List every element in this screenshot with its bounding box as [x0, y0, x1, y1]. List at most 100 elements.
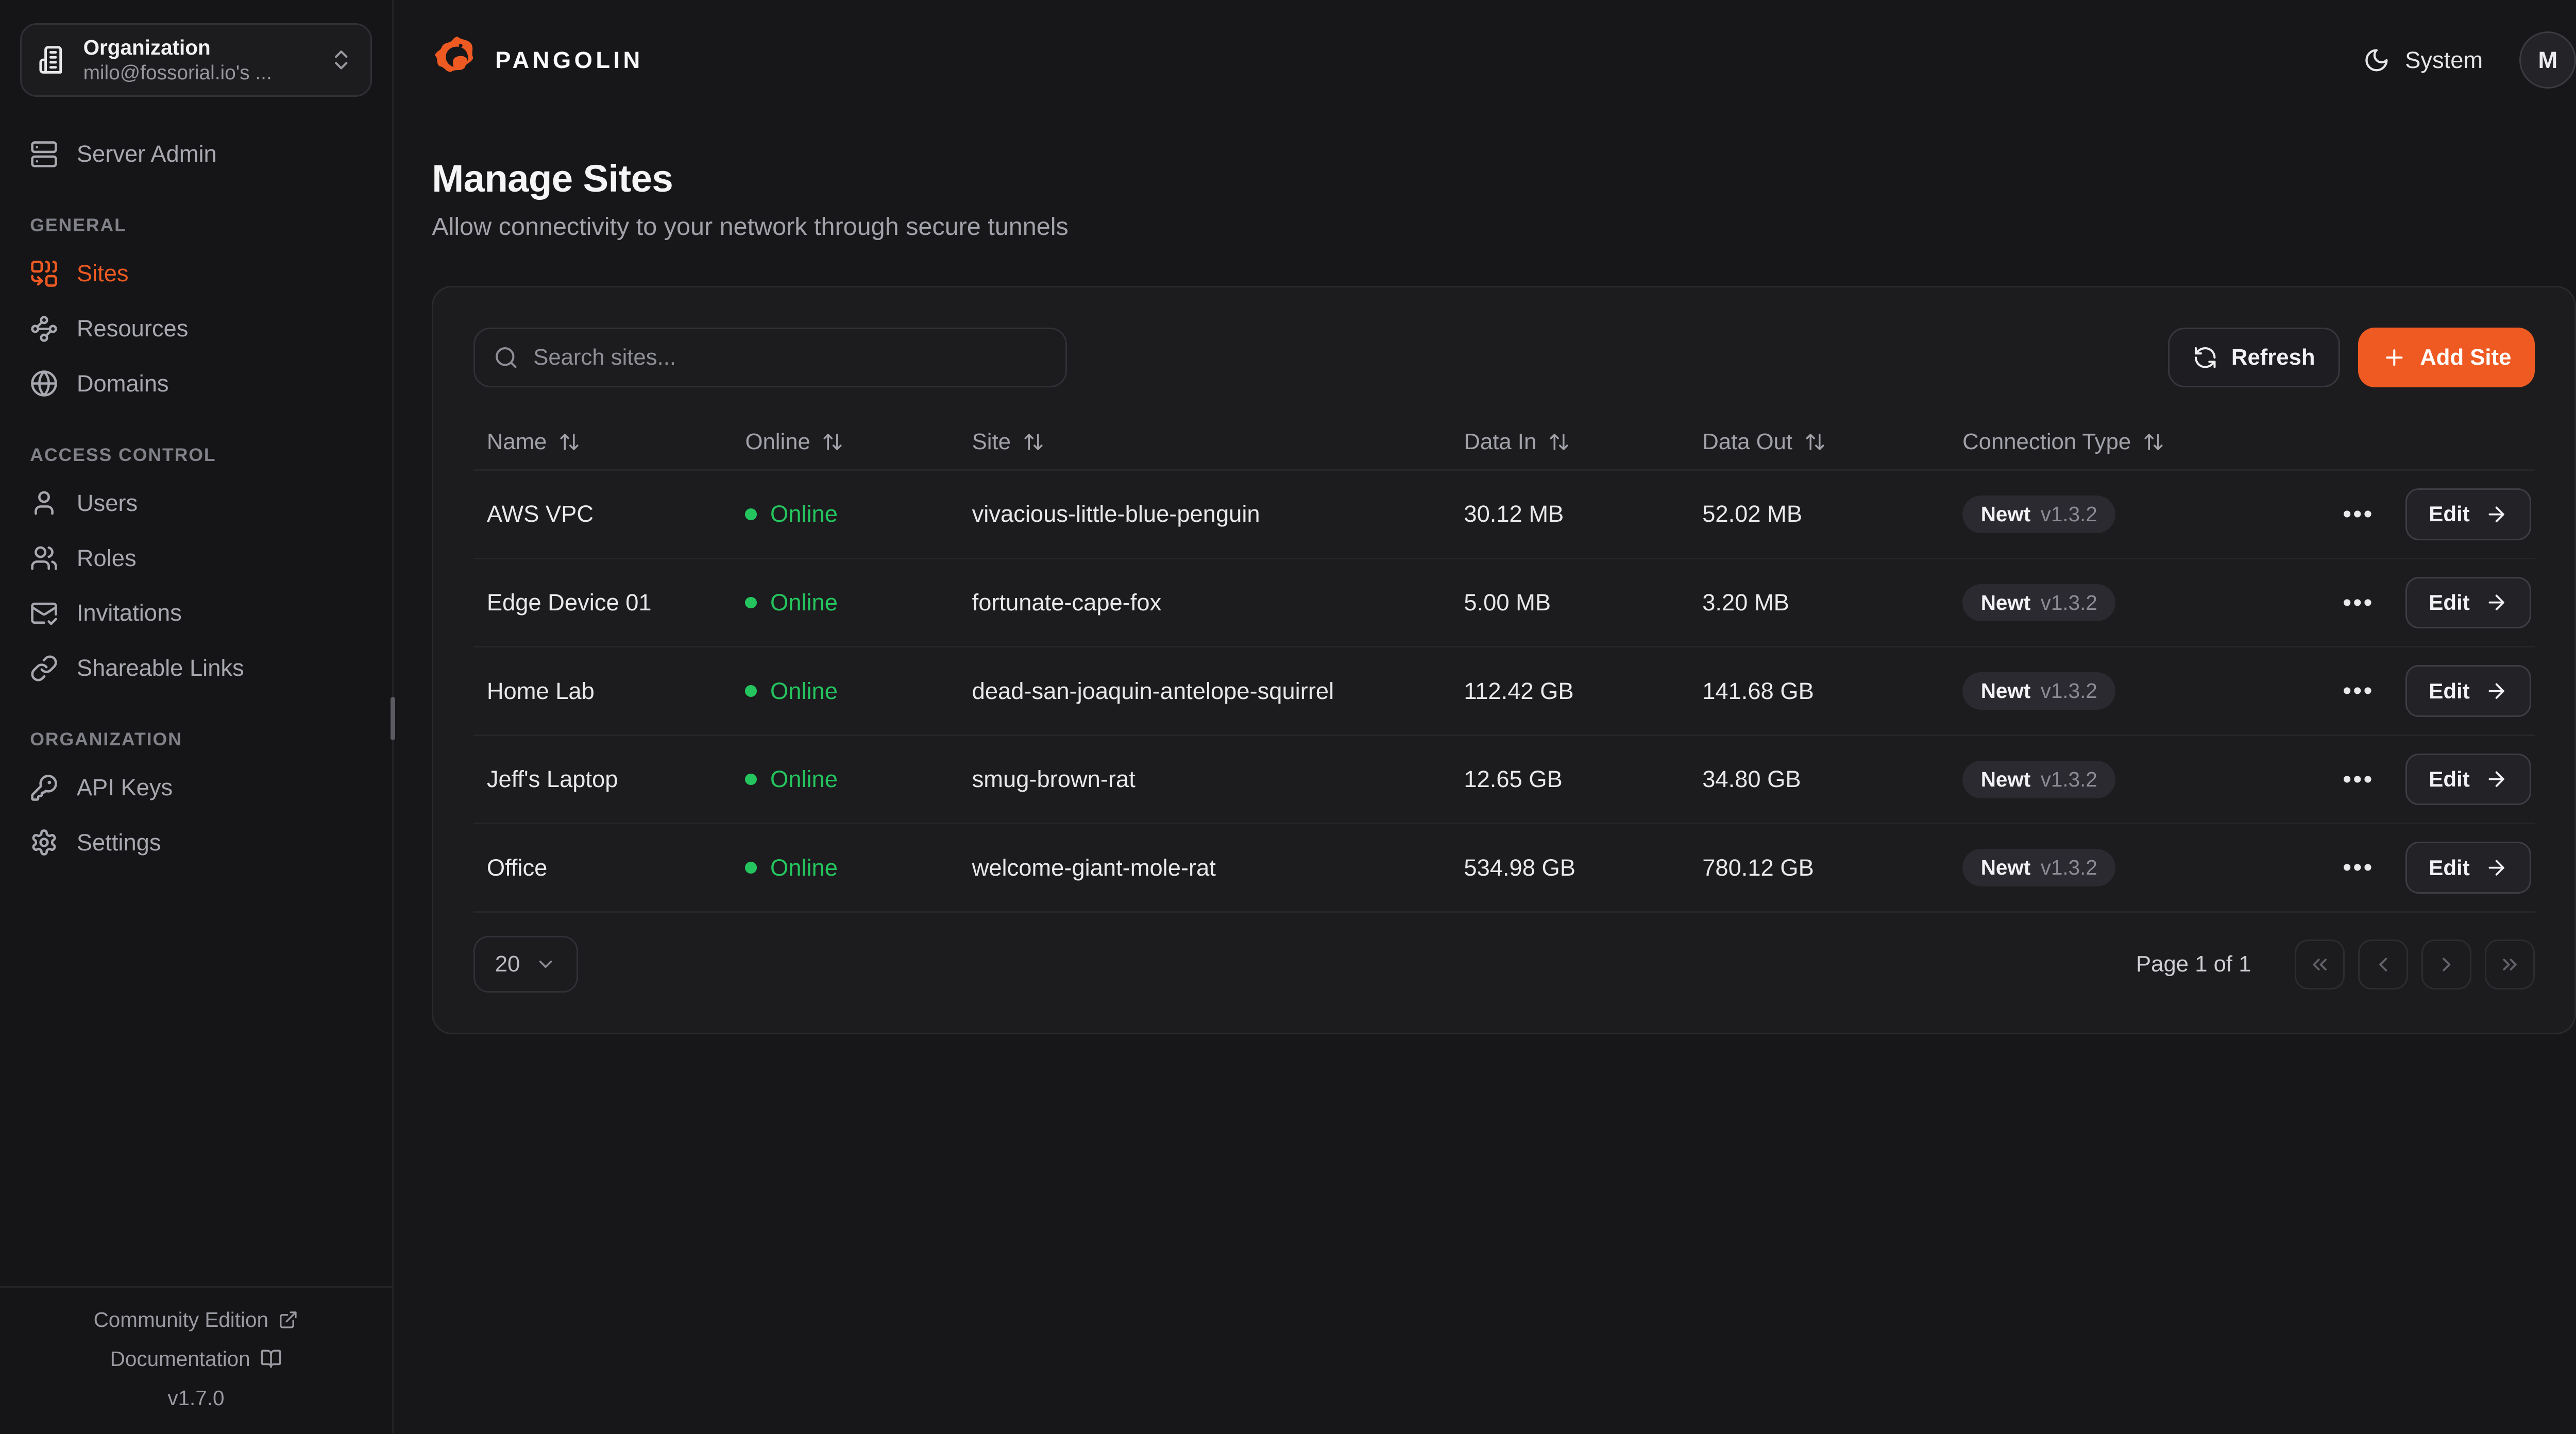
next-page-button[interactable]: [2421, 940, 2471, 989]
app-root: Organization milo@fossorial.io's ... Ser…: [0, 0, 2576, 1433]
sidebar-item-users[interactable]: Users: [20, 475, 372, 531]
connection-type-cell: Newt v1.3.2: [1949, 496, 2319, 533]
external-link-icon: [278, 1310, 298, 1330]
chevrons-right-icon: [2498, 953, 2521, 976]
sort-icon: [1804, 431, 1826, 453]
chevrons-left-icon: [2308, 953, 2331, 976]
sidebar-item-roles[interactable]: Roles: [20, 531, 372, 586]
chevron-down-icon: [535, 953, 556, 975]
edit-button[interactable]: Edit: [2405, 577, 2531, 628]
community-edition-link[interactable]: Community Edition: [94, 1308, 299, 1332]
card-toolbar: Refresh Add Site: [473, 328, 2535, 388]
connection-badge: Newt v1.3.2: [1962, 496, 2115, 533]
online-dot-icon: [745, 685, 757, 697]
column-header-data-in[interactable]: Data In: [1451, 429, 1689, 455]
sidebar-resize-handle[interactable]: [391, 697, 396, 740]
status-badge: Online: [770, 589, 838, 616]
user-icon: [30, 489, 58, 517]
column-header-name[interactable]: Name: [473, 429, 732, 455]
row-menu-button[interactable]: •••: [2333, 584, 2384, 622]
status-cell: Online: [732, 766, 959, 793]
online-dot-icon: [745, 508, 757, 520]
site-name-cell: AWS VPC: [473, 501, 732, 527]
sidebar-item-invitations[interactable]: Invitations: [20, 586, 372, 641]
status-cell: Online: [732, 501, 959, 527]
avatar[interactable]: M: [2519, 31, 2576, 88]
users-icon: [30, 544, 58, 572]
documentation-link[interactable]: Documentation: [110, 1347, 282, 1371]
pangolin-logo-icon: [432, 35, 482, 85]
sidebar-item-resources[interactable]: Resources: [20, 301, 372, 356]
edit-button[interactable]: Edit: [2405, 488, 2531, 540]
theme-toggle[interactable]: System: [2363, 47, 2483, 74]
table-row: Jeff's Laptop Online smug-brown-rat 12.6…: [473, 736, 2535, 825]
sort-icon: [2143, 431, 2164, 453]
sidebar-item-sites[interactable]: Sites: [20, 246, 372, 301]
table-row: AWS VPC Online vivacious-little-blue-pen…: [473, 471, 2535, 559]
status-badge: Online: [770, 678, 838, 705]
section-label-access-control: ACCESS CONTROL: [30, 445, 372, 466]
brand-name: PANGOLIN: [495, 47, 643, 74]
section-label-general: GENERAL: [30, 215, 372, 236]
last-page-button[interactable]: [2485, 940, 2535, 989]
prev-page-button[interactable]: [2358, 940, 2408, 989]
card-footer: 20 Page 1 of 1: [473, 936, 2535, 993]
table-body: AWS VPC Online vivacious-little-blue-pen…: [473, 471, 2535, 913]
org-picker[interactable]: Organization milo@fossorial.io's ...: [20, 23, 372, 96]
column-header-online[interactable]: Online: [732, 429, 959, 455]
moon-icon: [2363, 47, 2390, 74]
data-in-cell: 12.65 GB: [1451, 766, 1689, 793]
sidebar-item-settings[interactable]: Settings: [20, 815, 372, 870]
org-picker-label: Organization: [83, 35, 314, 61]
main-content: PANGOLIN System M Manage Sites Allow con…: [394, 0, 2576, 1433]
search-input[interactable]: [533, 345, 1047, 370]
page-size-select[interactable]: 20: [473, 936, 578, 993]
topbar: PANGOLIN System M: [432, 0, 2576, 120]
site-slug-cell: smug-brown-rat: [959, 766, 1451, 793]
data-out-cell: 780.12 GB: [1689, 855, 1949, 881]
arrow-right-icon: [2485, 679, 2508, 703]
section-label-organization: ORGANIZATION: [30, 729, 372, 750]
sort-icon: [1548, 431, 1570, 453]
status-cell: Online: [732, 678, 959, 705]
arrow-right-icon: [2485, 503, 2508, 526]
edit-button[interactable]: Edit: [2405, 754, 2531, 805]
sidebar-item-api-keys[interactable]: API Keys: [20, 760, 372, 815]
sidebar-item-server-admin[interactable]: Server Admin: [20, 127, 372, 182]
sidebar-item-shareable-links[interactable]: Shareable Links: [20, 641, 372, 696]
sort-icon: [558, 431, 580, 453]
edit-button[interactable]: Edit: [2405, 842, 2531, 893]
sidebar-item-label: Resources: [77, 315, 189, 342]
status-badge: Online: [770, 855, 838, 881]
refresh-button[interactable]: Refresh: [2168, 328, 2340, 388]
row-menu-button[interactable]: •••: [2333, 848, 2384, 886]
row-menu-button[interactable]: •••: [2333, 672, 2384, 710]
book-open-icon: [260, 1348, 282, 1370]
page-head: Manage Sites Allow connectivity to your …: [432, 157, 2576, 241]
org-picker-value: milo@fossorial.io's ...: [83, 61, 314, 86]
add-site-button[interactable]: Add Site: [2358, 328, 2534, 388]
avatar-initial: M: [2538, 47, 2558, 74]
building-icon: [38, 45, 68, 75]
first-page-button[interactable]: [2295, 940, 2345, 989]
edit-button[interactable]: Edit: [2405, 665, 2531, 716]
sidebar-item-label: Sites: [77, 260, 129, 287]
status-badge: Online: [770, 766, 838, 793]
online-dot-icon: [745, 862, 757, 874]
sidebar-item-label: Server Admin: [77, 141, 217, 167]
row-menu-button[interactable]: •••: [2333, 495, 2384, 533]
sites-table: Name Online Site Data In: [473, 414, 2535, 913]
sidebar: Organization milo@fossorial.io's ... Ser…: [0, 0, 394, 1433]
connection-badge: Newt v1.3.2: [1962, 584, 2115, 622]
table-row: Home Lab Online dead-san-joaquin-antelop…: [473, 647, 2535, 736]
server-icon: [30, 140, 58, 168]
column-header-data-out[interactable]: Data Out: [1689, 429, 1949, 455]
sidebar-item-domains[interactable]: Domains: [20, 356, 372, 411]
row-menu-button[interactable]: •••: [2333, 760, 2384, 798]
column-header-site[interactable]: Site: [959, 429, 1451, 455]
column-header-connection-type[interactable]: Connection Type: [1949, 429, 2521, 455]
connection-type-cell: Newt v1.3.2: [1949, 849, 2319, 886]
sidebar-nav: Server Admin GENERAL Sites Resources: [20, 127, 372, 870]
online-dot-icon: [745, 774, 757, 786]
site-slug-cell: fortunate-cape-fox: [959, 589, 1451, 616]
